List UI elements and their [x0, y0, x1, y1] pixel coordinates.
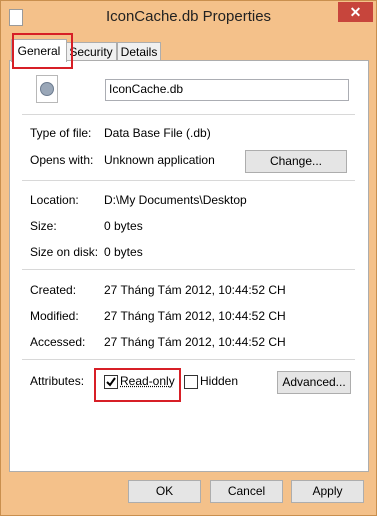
created-value: 27 Tháng Tám 2012, 10:44:52 CH: [104, 283, 286, 297]
advanced-button[interactable]: Advanced...: [277, 371, 351, 394]
modified-value: 27 Tháng Tám 2012, 10:44:52 CH: [104, 309, 286, 323]
created-label: Created:: [30, 283, 77, 297]
accessed-value: 27 Tháng Tám 2012, 10:44:52 CH: [104, 335, 286, 349]
properties-window: IconCache.db Properties ✕ General Securi…: [0, 0, 377, 516]
opens-with-label: Opens with:: [30, 153, 94, 167]
divider: [22, 269, 355, 270]
readonly-highlight-box: [94, 368, 181, 402]
title-bar[interactable]: IconCache.db Properties ✕: [1, 1, 376, 33]
ok-button[interactable]: OK: [128, 480, 201, 503]
divider: [22, 114, 355, 115]
window-title: IconCache.db Properties: [105, 8, 272, 25]
gear-icon: [40, 82, 54, 96]
size-label: Size:: [30, 219, 57, 233]
hidden-label[interactable]: Hidden: [200, 374, 238, 388]
attributes-label: Attributes:: [30, 374, 85, 388]
apply-button[interactable]: Apply: [291, 480, 364, 503]
divider: [22, 359, 355, 360]
size-on-disk-value: 0 bytes: [104, 245, 143, 259]
filename-input[interactable]: [109, 80, 345, 98]
size-on-disk-label: Size on disk:: [30, 245, 99, 259]
gear-document-icon: [36, 75, 58, 103]
size-value: 0 bytes: [104, 219, 143, 233]
tab-details[interactable]: Details: [117, 42, 161, 62]
change-button[interactable]: Change...: [245, 150, 347, 173]
accessed-label: Accessed:: [30, 335, 86, 349]
cancel-button[interactable]: Cancel: [210, 480, 283, 503]
divider: [22, 180, 355, 181]
filename-field[interactable]: [105, 79, 349, 101]
hidden-checkbox[interactable]: [184, 375, 198, 389]
general-panel: Type of file: Data Base File (.db) Opens…: [9, 60, 369, 472]
close-button[interactable]: ✕: [338, 2, 373, 22]
dialog-footer: OK Cancel Apply: [1, 472, 376, 515]
location-label: Location:: [30, 193, 79, 207]
type-value: Data Base File (.db): [104, 126, 211, 140]
modified-label: Modified:: [30, 309, 79, 323]
tab-highlight-box: [12, 33, 73, 69]
location-value: D:\My Documents\Desktop: [104, 193, 247, 207]
type-label: Type of file:: [30, 126, 92, 140]
opens-with-value: Unknown application: [104, 153, 215, 167]
